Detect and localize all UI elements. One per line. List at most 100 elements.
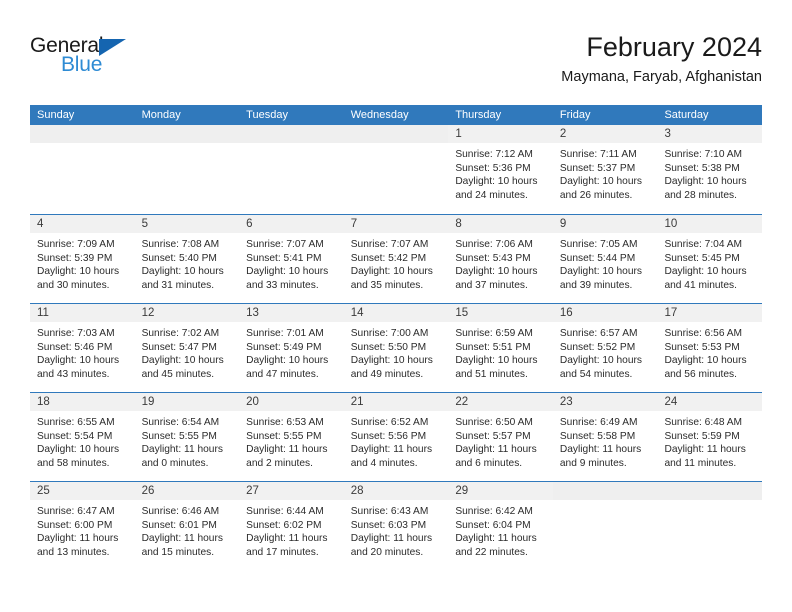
daylight-duration-line1: Daylight: 11 hours <box>246 533 328 545</box>
day-cell[interactable]: 6 Sunrise: 7:07 AM Sunset: 5:41 PM Daylight… <box>239 215 344 303</box>
daylight-duration-line1: Daylight: 11 hours <box>141 533 223 545</box>
day-cell[interactable]: 20 Sunrise: 6:53 AM Sunset: 5:55 PM Dayligh… <box>239 393 344 481</box>
day-number: 24 <box>664 396 678 408</box>
day-number-strip: 13 <box>239 304 344 322</box>
daylight-duration-line2: and 9 minutes. <box>559 457 627 469</box>
day-cell[interactable]: 4 Sunrise: 7:09 AM Sunset: 5:39 PM Daylight… <box>30 215 135 303</box>
day-number-strip: 19 <box>134 393 240 411</box>
sunrise-time: Sunrise: 6:44 AM <box>246 506 324 517</box>
week-row: 25 Sunrise: 6:47 AM Sunset: 6:00 PM Dayligh… <box>30 481 763 570</box>
sunrise-time: Sunrise: 6:43 AM <box>350 506 429 517</box>
day-cell[interactable]: 15 Sunrise: 6:59 AM Sunset: 5:51 PM Dayligh… <box>448 304 553 392</box>
day-number: 5 <box>141 218 148 230</box>
day-cell[interactable]: 3 Sunrise: 7:10 AM Sunset: 5:38 PM Daylight… <box>657 125 763 214</box>
day-cell[interactable]: 17 Sunrise: 6:56 AM Sunset: 5:53 PM Dayligh… <box>657 304 763 392</box>
day-cell[interactable]: 19 Sunrise: 6:54 AM Sunset: 5:55 PM Dayligh… <box>134 393 240 481</box>
day-number-strip: 6 <box>239 215 344 233</box>
sunset-time: Sunset: 5:55 PM <box>246 430 322 442</box>
day-cell[interactable]: 26 Sunrise: 6:46 AM Sunset: 6:01 PM Dayligh… <box>134 482 240 570</box>
sunrise-time: Sunrise: 6:49 AM <box>559 417 638 428</box>
daylight-duration-line1: Daylight: 10 hours <box>455 176 538 188</box>
sunset-time: Sunset: 5:49 PM <box>246 341 322 353</box>
daylight-duration-line1: Daylight: 10 hours <box>246 266 329 278</box>
sunrise-time: Sunrise: 7:09 AM <box>37 239 115 250</box>
sunset-time: Sunset: 5:58 PM <box>559 430 636 442</box>
day-number-strip: 22 <box>448 393 553 411</box>
sunset-time: Sunset: 5:54 PM <box>37 430 113 442</box>
calendar-grid: Sunday Monday Tuesday Wednesday Thursday… <box>30 105 763 570</box>
sunset-time: Sunset: 5:51 PM <box>455 341 531 353</box>
day-number: 2 <box>559 128 567 140</box>
day-cell[interactable]: 27 Sunrise: 6:44 AM Sunset: 6:02 PM Dayligh… <box>239 482 344 570</box>
sunrise-time: Sunrise: 7:10 AM <box>664 149 743 160</box>
sunrise-time: Sunrise: 6:46 AM <box>141 506 220 517</box>
daylight-duration-line2: and 20 minutes. <box>350 546 424 558</box>
day-cell[interactable]: 21 Sunrise: 6:52 AM Sunset: 5:56 PM Dayligh… <box>343 393 449 481</box>
sunset-time: Sunset: 6:04 PM <box>455 519 531 531</box>
day-sun-info: Sunrise: 7:04 AM Sunset: 5:45 PM Daylight:… <box>657 233 762 292</box>
day-cell[interactable]: 11 Sunrise: 7:03 AM Sunset: 5:46 PM Dayligh… <box>30 304 135 392</box>
sunrise-time: Sunrise: 6:48 AM <box>664 417 743 428</box>
day-cell[interactable]: 23 Sunrise: 6:49 AM Sunset: 5:58 PM Dayligh… <box>552 393 658 481</box>
sunrise-time: Sunrise: 6:56 AM <box>664 328 743 339</box>
day-number-strip: 20 <box>239 393 344 411</box>
day-sun-info: Sunrise: 6:50 AM Sunset: 5:57 PM Daylight:… <box>448 411 553 470</box>
day-sun-info: Sunrise: 7:03 AM Sunset: 5:46 PM Daylight:… <box>30 322 135 381</box>
daylight-duration-line2: and 24 minutes. <box>455 189 528 201</box>
logo-triangle-icon <box>99 39 126 56</box>
weekday-wednesday: Wednesday <box>350 109 409 121</box>
day-cell[interactable]: 18 Sunrise: 6:55 AM Sunset: 5:54 PM Dayligh… <box>30 393 135 481</box>
day-sun-info: Sunrise: 7:07 AM Sunset: 5:42 PM Daylight:… <box>344 233 449 292</box>
day-sun-info: Sunrise: 6:46 AM Sunset: 6:01 PM Daylight:… <box>135 500 240 559</box>
day-cell[interactable]: 10 Sunrise: 7:04 AM Sunset: 5:45 PM Dayligh… <box>657 215 763 303</box>
day-sun-info: Sunrise: 6:52 AM Sunset: 5:56 PM Daylight:… <box>344 411 449 470</box>
sunrise-time: Sunrise: 7:11 AM <box>559 149 637 160</box>
day-cell[interactable]: 28 Sunrise: 6:43 AM Sunset: 6:03 PM Dayligh… <box>343 482 449 570</box>
day-cell[interactable]: 14 Sunrise: 7:00 AM Sunset: 5:50 PM Dayligh… <box>343 304 449 392</box>
day-cell[interactable]: 29 Sunrise: 6:42 AM Sunset: 6:04 PM Dayligh… <box>448 482 553 570</box>
day-number-strip: 14 <box>343 304 449 322</box>
day-sun-info: Sunrise: 7:10 AM Sunset: 5:38 PM Daylight:… <box>657 143 762 202</box>
sunset-time: Sunset: 5:46 PM <box>37 341 113 353</box>
page-subtitle: Maymana, Faryab, Afghanistan <box>561 69 762 85</box>
sunrise-time: Sunrise: 6:52 AM <box>350 417 429 428</box>
day-cell[interactable]: 13 Sunrise: 7:01 AM Sunset: 5:49 PM Dayligh… <box>239 304 344 392</box>
day-number-strip: 26 <box>134 482 240 500</box>
week-row: 1 Sunrise: 7:12 AM Sunset: 5:36 PM Daylight… <box>30 125 763 214</box>
day-cell[interactable]: 8 Sunrise: 7:06 AM Sunset: 5:43 PM Daylight… <box>448 215 553 303</box>
daylight-duration-line2: and 4 minutes. <box>350 457 418 469</box>
day-cell[interactable]: 2 Sunrise: 7:11 AM Sunset: 5:37 PM Daylight… <box>552 125 658 214</box>
daylight-duration-line1: Daylight: 11 hours <box>455 533 537 545</box>
day-cell[interactable]: 5 Sunrise: 7:08 AM Sunset: 5:40 PM Daylight… <box>134 215 240 303</box>
day-number: 14 <box>350 307 364 319</box>
day-number-strip: 4 <box>30 215 135 233</box>
day-cell[interactable]: 22 Sunrise: 6:50 AM Sunset: 5:57 PM Dayligh… <box>448 393 553 481</box>
day-cell[interactable]: 16 Sunrise: 6:57 AM Sunset: 5:52 PM Dayligh… <box>552 304 658 392</box>
day-number-strip: 17 <box>657 304 763 322</box>
day-number-strip: 18 <box>30 393 135 411</box>
daylight-duration-line1: Daylight: 10 hours <box>37 355 120 367</box>
general-blue-logo[interactable]: General Blue <box>30 34 160 86</box>
day-cell[interactable]: 1 Sunrise: 7:12 AM Sunset: 5:36 PM Daylight… <box>448 125 553 214</box>
day-cell[interactable]: 12 Sunrise: 7:02 AM Sunset: 5:47 PM Dayligh… <box>134 304 240 392</box>
daylight-duration-line2: and 45 minutes. <box>141 368 215 380</box>
day-cell[interactable]: 25 Sunrise: 6:47 AM Sunset: 6:00 PM Dayligh… <box>30 482 135 570</box>
day-number-strip: 7 <box>343 215 449 233</box>
day-sun-info: Sunrise: 6:42 AM Sunset: 6:04 PM Daylight:… <box>448 500 553 559</box>
day-cell-empty <box>343 125 449 214</box>
sunset-time: Sunset: 5:47 PM <box>141 341 217 353</box>
day-sun-info: Sunrise: 6:54 AM Sunset: 5:55 PM Daylight:… <box>135 411 240 470</box>
sunrise-time: Sunrise: 7:04 AM <box>664 239 743 250</box>
sunrise-time: Sunrise: 6:50 AM <box>455 417 533 428</box>
day-cell[interactable]: 24 Sunrise: 6:48 AM Sunset: 5:59 PM Dayligh… <box>657 393 763 481</box>
sunrise-time: Sunrise: 6:53 AM <box>246 417 324 428</box>
day-number-strip: 24 <box>657 393 763 411</box>
daylight-duration-line1: Daylight: 11 hours <box>559 444 642 456</box>
title-block: February 2024 Maymana, Faryab, Afghanist… <box>561 30 762 88</box>
sunset-time: Sunset: 5:42 PM <box>350 252 427 264</box>
sunset-time: Sunset: 5:41 PM <box>246 252 322 264</box>
day-number-strip: 11 <box>30 304 135 322</box>
day-cell[interactable]: 7 Sunrise: 7:07 AM Sunset: 5:42 PM Daylight… <box>343 215 449 303</box>
sunrise-time: Sunrise: 6:55 AM <box>37 417 115 428</box>
day-cell[interactable]: 9 Sunrise: 7:05 AM Sunset: 5:44 PM Daylight… <box>552 215 658 303</box>
